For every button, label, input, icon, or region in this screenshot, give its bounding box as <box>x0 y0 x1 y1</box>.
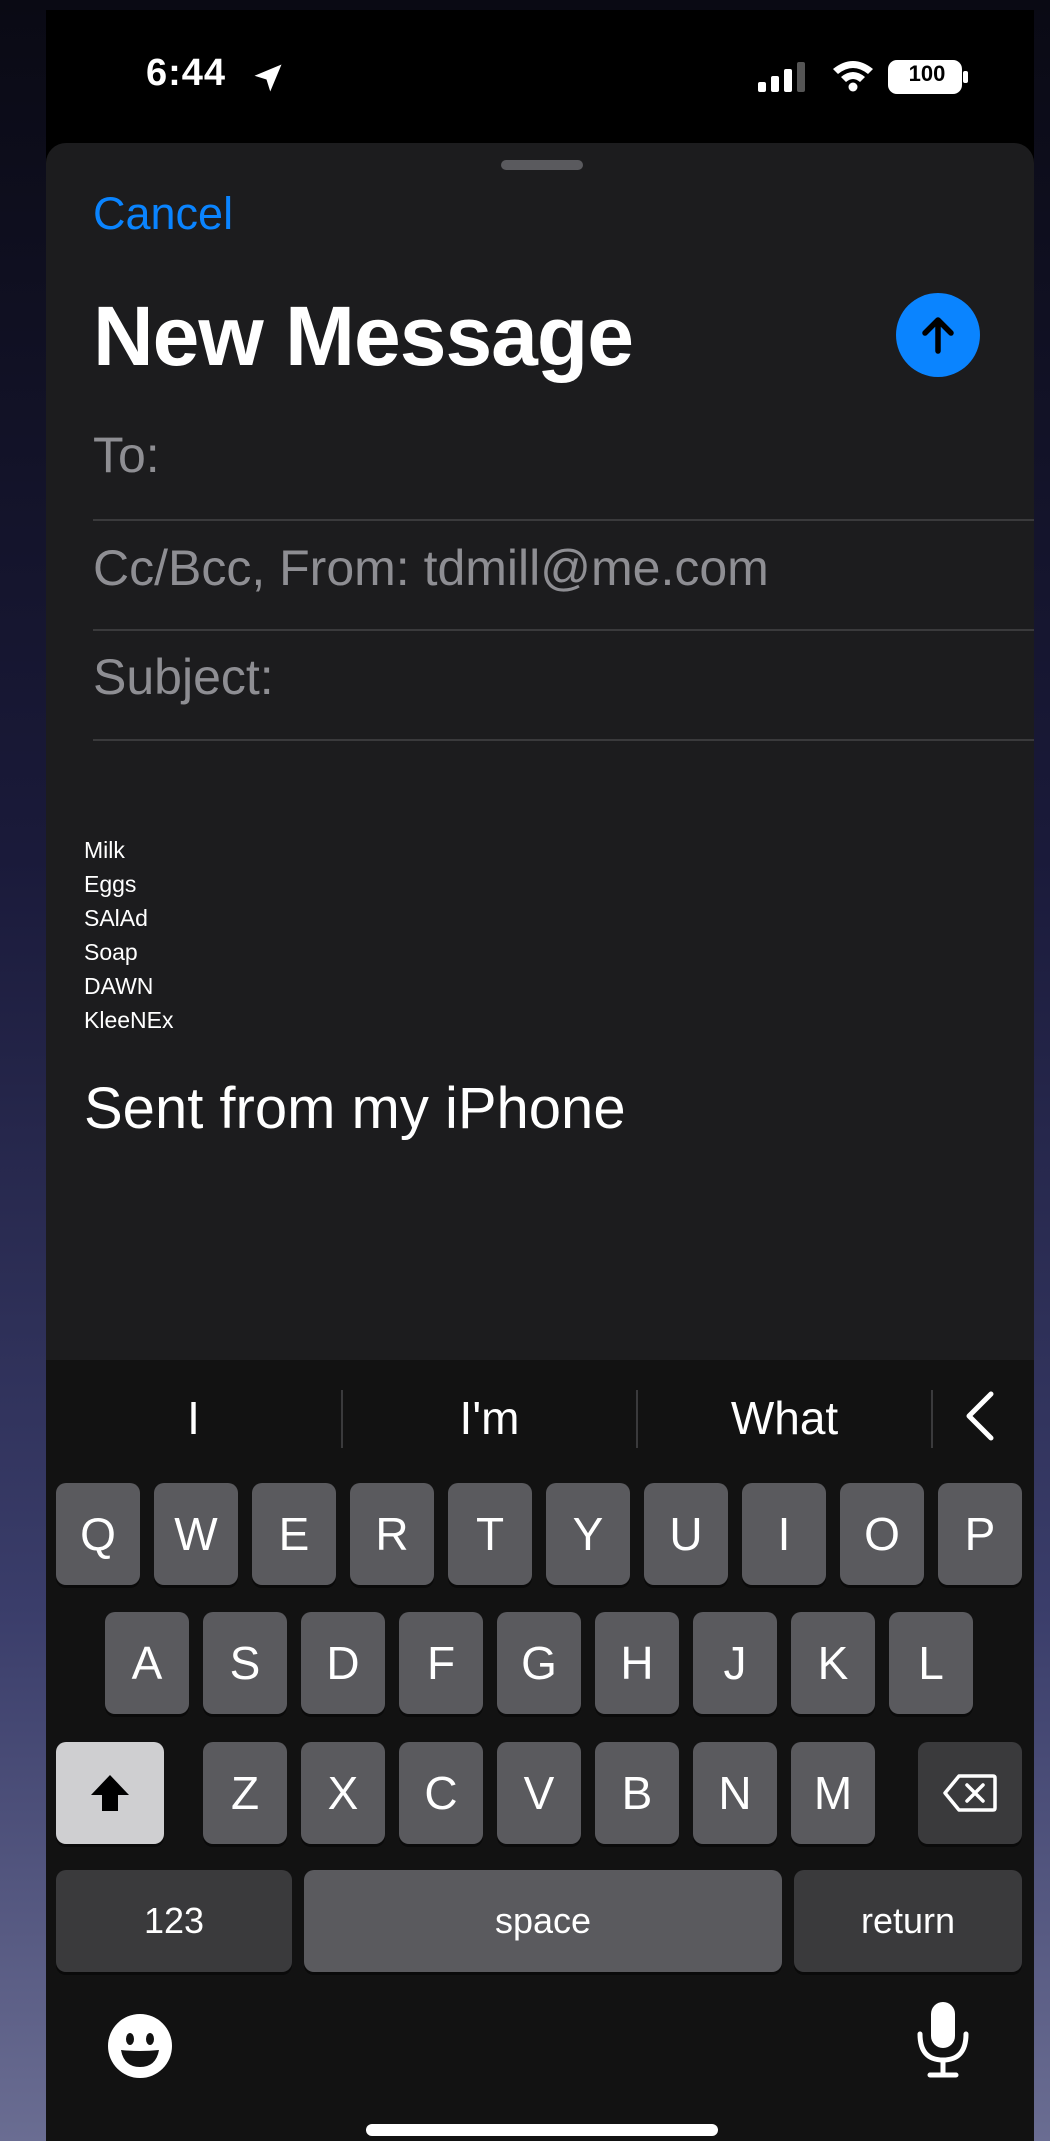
body-line: Eggs <box>84 871 137 897</box>
keyboard: I I'm What Q W E R T Y U I O P A S D F G… <box>46 1360 1034 2141</box>
divider <box>93 519 1034 521</box>
sheet-grabber[interactable] <box>501 160 583 170</box>
key-h[interactable]: H <box>595 1612 679 1714</box>
key-o[interactable]: O <box>840 1483 924 1585</box>
body-line: DAWN <box>84 973 154 999</box>
key-j[interactable]: J <box>693 1612 777 1714</box>
arrow-up-icon <box>922 317 954 354</box>
send-button[interactable] <box>896 293 980 377</box>
collapse-predictions-button[interactable] <box>951 1386 1011 1446</box>
body-line: Milk <box>84 837 125 863</box>
home-indicator[interactable] <box>366 2124 718 2136</box>
subject-label: Subject: <box>93 649 274 705</box>
subject-field[interactable] <box>316 648 976 708</box>
return-key[interactable]: return <box>794 1870 1022 1972</box>
backspace-icon <box>943 1774 997 1812</box>
shift-key[interactable] <box>56 1742 164 1844</box>
battery-level: 100 <box>908 61 946 86</box>
key-c[interactable]: C <box>399 1742 483 1844</box>
key-v[interactable]: V <box>497 1742 581 1844</box>
predictive-bar: I I'm What <box>46 1360 1034 1480</box>
key-t[interactable]: T <box>448 1483 532 1585</box>
cc-bcc-from-field[interactable]: Cc/Bcc, From: tdmill@me.com <box>93 539 769 597</box>
microphone-icon <box>917 2002 969 2078</box>
key-m[interactable]: M <box>791 1742 875 1844</box>
key-s[interactable]: S <box>203 1612 287 1714</box>
emoji-button[interactable] <box>106 2012 174 2085</box>
body-line: SAlAd <box>84 905 148 931</box>
key-q[interactable]: Q <box>56 1483 140 1585</box>
cancel-button[interactable]: Cancel <box>93 188 233 240</box>
divider <box>93 739 1034 741</box>
prediction-2[interactable]: I'm <box>343 1382 636 1454</box>
key-x[interactable]: X <box>301 1742 385 1844</box>
divider <box>931 1390 933 1448</box>
signal-icon <box>758 62 810 97</box>
key-a[interactable]: A <box>105 1612 189 1714</box>
wifi-icon <box>831 58 875 97</box>
key-z[interactable]: Z <box>203 1742 287 1844</box>
key-y[interactable]: Y <box>546 1483 630 1585</box>
key-i[interactable]: I <box>742 1483 826 1585</box>
key-f[interactable]: F <box>399 1612 483 1714</box>
compose-sheet: Cancel New Message To: Cc/Bcc, From: tdm… <box>46 143 1034 1360</box>
location-arrow-icon <box>250 60 286 101</box>
key-g[interactable]: G <box>497 1612 581 1714</box>
to-field[interactable] <box>196 426 976 486</box>
key-b[interactable]: B <box>595 1742 679 1844</box>
space-key[interactable]: space <box>304 1870 782 1972</box>
status-bar: 6:44 100 <box>46 10 1034 140</box>
key-l[interactable]: L <box>889 1612 973 1714</box>
key-d[interactable]: D <box>301 1612 385 1714</box>
key-p[interactable]: P <box>938 1483 1022 1585</box>
dictation-button[interactable] <box>914 2000 972 2085</box>
to-label: To: <box>93 427 160 483</box>
key-k[interactable]: K <box>791 1612 875 1714</box>
status-time: 6:44 <box>146 52 227 94</box>
prediction-1[interactable]: I <box>46 1382 341 1454</box>
delete-key[interactable] <box>918 1742 1022 1844</box>
chevron-left-icon <box>966 1391 994 1441</box>
key-u[interactable]: U <box>644 1483 728 1585</box>
message-body[interactable]: Milk Eggs SAlAd Soap DAWN KleeNEx <box>84 833 173 1037</box>
emoji-icon <box>108 2014 172 2078</box>
key-r[interactable]: R <box>350 1483 434 1585</box>
signature[interactable]: Sent from my iPhone <box>84 1075 626 1142</box>
divider <box>93 629 1034 631</box>
page-title: New Message <box>93 289 634 383</box>
prediction-3[interactable]: What <box>638 1382 931 1454</box>
shift-icon <box>91 1775 129 1811</box>
body-line: Soap <box>84 939 138 965</box>
numbers-key[interactable]: 123 <box>56 1870 292 1972</box>
phone-screen: 6:44 100 Cancel New Message To: Cc/Bcc, … <box>46 10 1034 2141</box>
key-w[interactable]: W <box>154 1483 238 1585</box>
key-n[interactable]: N <box>693 1742 777 1844</box>
body-line: KleeNEx <box>84 1007 174 1033</box>
key-e[interactable]: E <box>252 1483 336 1585</box>
